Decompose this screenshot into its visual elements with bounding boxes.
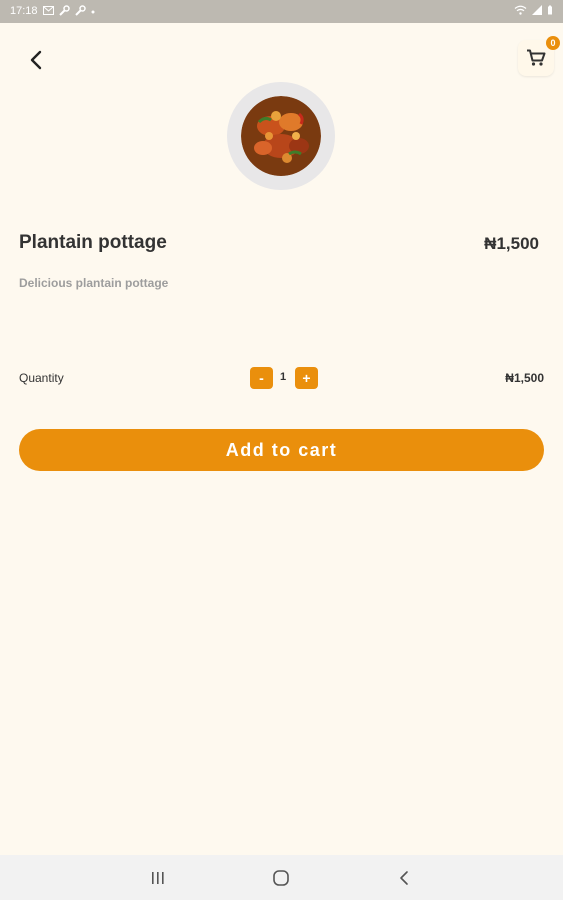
battery-icon — [547, 5, 553, 18]
product-price: ₦1,500 — [484, 234, 539, 253]
product-name: Plantain pottage — [19, 232, 167, 253]
signal-icon — [532, 5, 542, 18]
dot-icon — [91, 6, 95, 17]
wifi-icon — [514, 5, 527, 18]
recent-apps-icon — [152, 872, 164, 884]
home-button[interactable] — [266, 863, 296, 893]
wrench-icon — [74, 4, 86, 19]
quantity-label: Quantity — [19, 371, 64, 385]
home-icon — [273, 870, 289, 886]
decrease-quantity-button[interactable]: - — [250, 367, 273, 389]
status-right — [514, 5, 553, 18]
increase-quantity-button[interactable]: + — [295, 367, 318, 389]
shopping-cart-icon — [527, 49, 546, 66]
mail-icon — [42, 5, 54, 18]
status-left: 17:18 — [10, 4, 95, 19]
back-button[interactable] — [20, 44, 52, 76]
quantity-value: 1 — [279, 371, 287, 383]
line-total: ₦1,500 — [505, 371, 544, 385]
recent-apps-button[interactable] — [143, 863, 173, 893]
cart-button[interactable]: 0 — [518, 36, 560, 76]
wrench-icon — [58, 4, 70, 19]
cart-count-badge: 0 — [546, 36, 560, 50]
product-description: Delicious plantain pottage — [19, 276, 169, 290]
product-image-frame — [227, 82, 335, 190]
system-navigation-bar — [0, 855, 563, 900]
product-image — [241, 96, 321, 176]
add-to-cart-button[interactable]: Add to cart — [19, 429, 544, 471]
status-bar: 17:18 — [0, 0, 563, 23]
system-back-button[interactable] — [389, 863, 419, 893]
status-time: 17:18 — [10, 5, 38, 17]
chevron-left-icon — [30, 50, 42, 70]
back-arrow-icon — [400, 871, 408, 885]
